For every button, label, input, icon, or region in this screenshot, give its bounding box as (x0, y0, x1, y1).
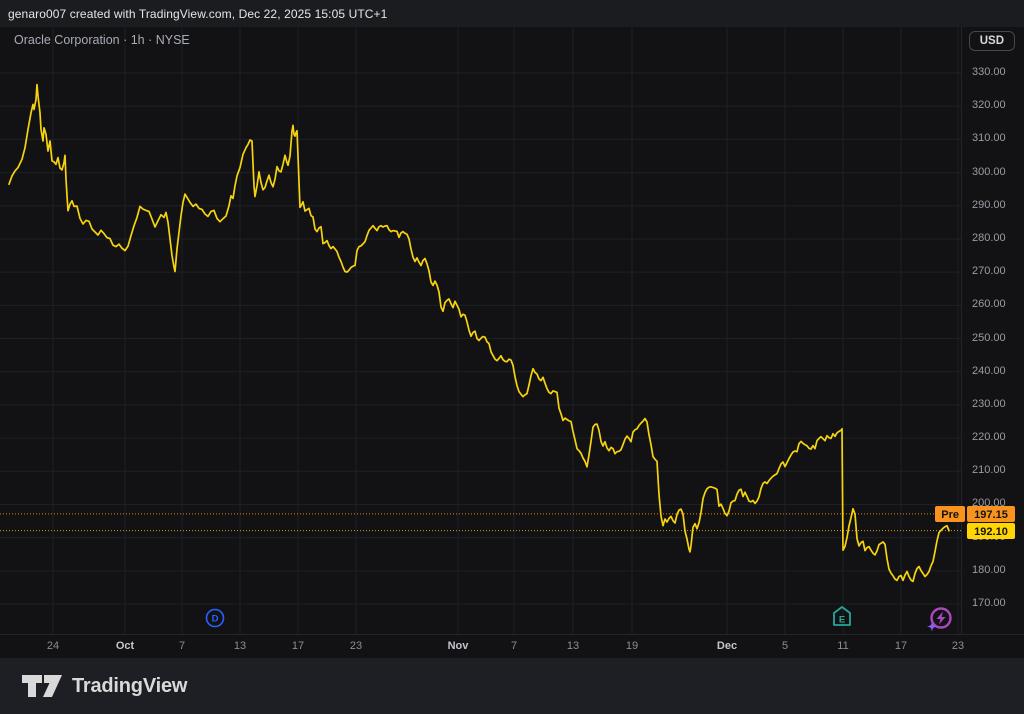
price-axis[interactable]: 330.00 320.00 310.00 300.00 290.00 280.00 270.… (961, 27, 1024, 634)
price-chart-pane[interactable]: DE (0, 27, 962, 634)
flash-sparkle (927, 622, 937, 632)
price-axis-label: 230.00 (972, 398, 1006, 410)
pre-market-price: 197.15 (967, 506, 1015, 522)
price-axis-label: 260.00 (972, 298, 1006, 310)
time-axis-label: 17 (292, 640, 304, 652)
price-line-series (9, 85, 949, 582)
footer-bar: TradingView (0, 658, 1024, 714)
time-axis-label: Oct (116, 640, 134, 652)
attribution-bar: genaro007 created with TradingView.com, … (0, 0, 1024, 27)
time-axis-label: 23 (952, 640, 964, 652)
currency-toggle-button[interactable]: USD (969, 31, 1015, 51)
flash-marker-icon[interactable] (927, 609, 951, 632)
time-axis-label: 11 (837, 640, 848, 652)
price-axis-label: 320.00 (972, 99, 1006, 111)
price-axis-label: 270.00 (972, 265, 1006, 277)
pre-market-label: Pre (935, 506, 965, 522)
price-axis-label: 250.00 (972, 332, 1006, 344)
attribution-text: genaro007 created with TradingView.com, … (0, 7, 387, 21)
last-price: 192.10 (967, 523, 1015, 539)
time-axis[interactable]: 24 Oct 7 13 17 23 Nov 7 13 19 Dec 5 11 17 23 (0, 634, 1024, 659)
price-axis-label: 290.00 (972, 199, 1006, 211)
dividend-marker-icon[interactable]: D (207, 610, 224, 627)
tradingview-logo-icon (22, 675, 62, 698)
time-axis-label: 13 (567, 640, 579, 652)
price-axis-label: 330.00 (972, 66, 1006, 78)
time-axis-label: 24 (47, 640, 59, 652)
time-axis-label: 7 (179, 640, 185, 652)
price-axis-label: 210.00 (972, 464, 1006, 476)
flash-bolt (937, 612, 946, 625)
time-axis-label: Dec (717, 640, 737, 652)
time-axis-label: 13 (234, 640, 246, 652)
time-axis-label: 17 (895, 640, 907, 652)
price-axis-label: 300.00 (972, 166, 1006, 178)
price-axis-label: 180.00 (972, 564, 1006, 576)
tradingview-logo[interactable]: TradingView (22, 675, 187, 698)
last-price-badge: 192.10 (967, 523, 1015, 539)
time-axis-label: Nov (448, 640, 469, 652)
price-axis-label: 170.00 (972, 597, 1006, 609)
time-axis-label: 7 (511, 640, 517, 652)
chart-title: Oracle Corporation · 1h · NYSE (14, 33, 190, 47)
pre-market-price-badge: Pre 197.15 (935, 506, 1015, 522)
time-axis-label: 23 (350, 640, 362, 652)
earnings-marker-icon[interactable]: E (834, 607, 850, 626)
earnings-letter: E (839, 615, 845, 626)
price-axis-label: 240.00 (972, 365, 1006, 377)
dividend-letter: D (212, 614, 219, 625)
price-axis-label: 310.00 (972, 132, 1006, 144)
price-axis-label: 280.00 (972, 232, 1006, 244)
price-axis-label: 220.00 (972, 431, 1006, 443)
chart-area: Oracle Corporation · 1h · NYSE USD DE 33… (0, 27, 1024, 658)
time-axis-label: 19 (626, 640, 638, 652)
tradingview-logo-text: TradingView (72, 675, 187, 698)
time-axis-label: 5 (782, 640, 788, 652)
